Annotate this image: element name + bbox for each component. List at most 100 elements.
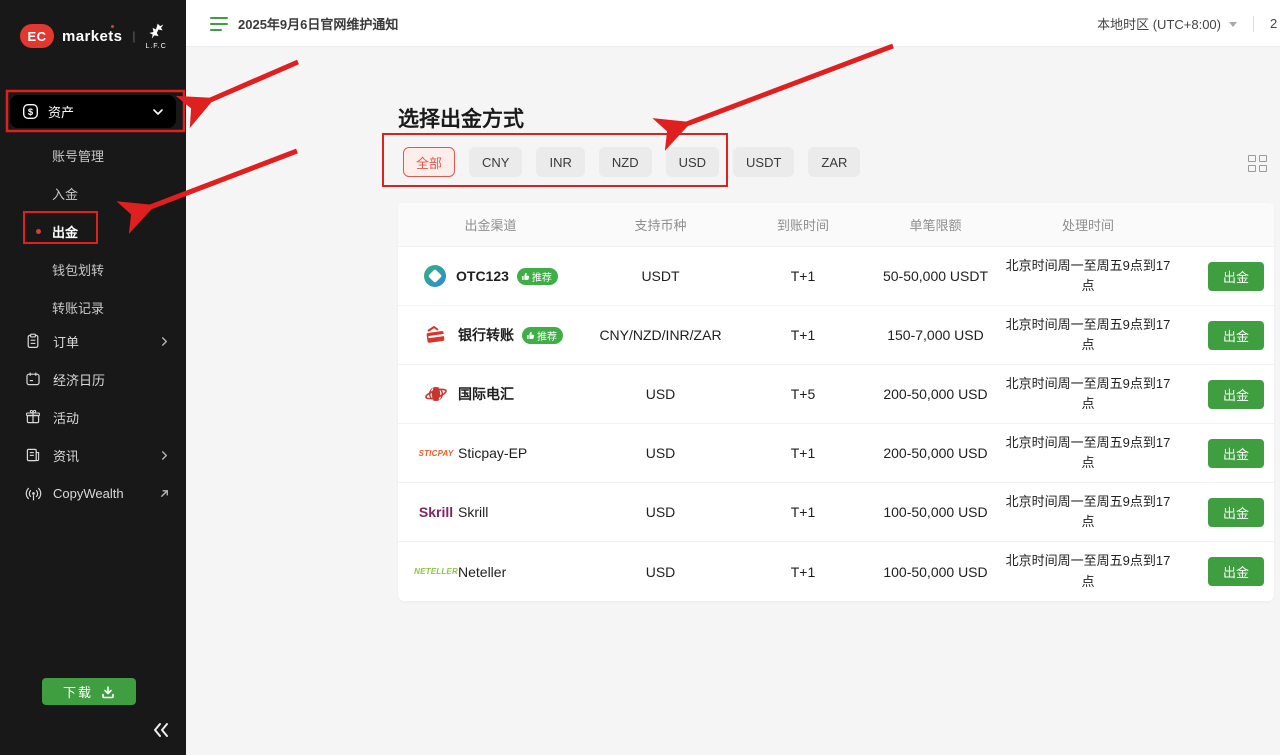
thumbs-up-icon: [526, 331, 535, 340]
processing-cell: 北京时间周一至周五9点到17点: [1003, 551, 1173, 591]
sidebar-item-assets[interactable]: $ 资产: [10, 95, 176, 128]
grid-view-icon[interactable]: [1248, 155, 1268, 173]
sidebar: EC markets | L.F.C $ 资产 账号管理 入金 出金: [0, 0, 186, 755]
channel-name: Skrill: [458, 504, 488, 520]
filter-chip-cny[interactable]: CNY: [469, 147, 522, 177]
sidebar-item-orders[interactable]: 订单: [0, 322, 186, 360]
brand-divider: |: [132, 29, 135, 43]
otc123-logo-icon: [424, 265, 446, 287]
page-title: 选择出金方式: [398, 103, 524, 133]
sidebar-item-copywealth[interactable]: CopyWealth: [0, 474, 186, 512]
withdraw-button[interactable]: 出金: [1208, 557, 1264, 586]
table-row-skrill: Skrill Skrill USD T+1 100-50,000 USD 北京时…: [398, 483, 1274, 542]
sidebar-item-wallet-transfer[interactable]: 钱包划转: [0, 250, 186, 288]
notice-text[interactable]: 2025年9月6日官网维护通知: [238, 14, 398, 33]
withdraw-button[interactable]: 出金: [1208, 262, 1264, 291]
currency-cell: CNY/NZD/INR/ZAR: [583, 327, 738, 343]
wire-transfer-logo-icon: [424, 382, 448, 406]
liver-bird-icon: [146, 22, 166, 42]
notice-bar: 2025年9月6日官网维护通知: [210, 0, 398, 47]
processing-cell: 北京时间周一至周五9点到17点: [1003, 433, 1173, 473]
filter-chip-all[interactable]: 全部: [403, 147, 455, 177]
chevron-down-icon: [152, 106, 164, 118]
active-dot: [36, 229, 41, 234]
sidebar-item-deposit[interactable]: 入金: [0, 174, 186, 212]
table-row-neteller: NETELLER Neteller USD T+1 100-50,000 USD…: [398, 542, 1274, 601]
sidebar-item-transfer-records[interactable]: 转账记录: [0, 288, 186, 326]
filter-chip-zar[interactable]: ZAR: [808, 147, 860, 177]
col-header-limit: 单笔限额: [868, 215, 1003, 234]
calendar-icon: [24, 370, 42, 388]
col-header-currency: 支持币种: [583, 215, 738, 234]
table-row-otc123: OTC123 推荐 USDT T+1 50-50,000 USDT 北京时间周一…: [398, 247, 1274, 306]
table-row-wire-transfer: 国际电汇 USD T+5 200-50,000 USD 北京时间周一至周五9点到…: [398, 365, 1274, 424]
channel-name: 国际电汇: [458, 384, 514, 404]
download-button[interactable]: 下载: [42, 678, 136, 705]
recommended-badge: 推荐: [517, 268, 558, 285]
sidebar-item-news[interactable]: 资讯: [0, 436, 186, 474]
collapse-sidebar-button[interactable]: [152, 722, 170, 743]
table-row-sticpay: STICPAY Sticpay-EP USD T+1 200-50,000 US…: [398, 424, 1274, 483]
filter-chip-usdt[interactable]: USDT: [733, 147, 794, 177]
withdraw-button[interactable]: 出金: [1208, 498, 1264, 527]
withdraw-button[interactable]: 出金: [1208, 380, 1264, 409]
currency-filter-bar: 全部 CNY INR NZD USD USDT ZAR: [403, 147, 860, 177]
filter-chip-usd[interactable]: USD: [666, 147, 719, 177]
arrival-cell: T+5: [738, 386, 868, 402]
channel-name: Sticpay-EP: [458, 445, 527, 461]
currency-cell: USD: [583, 564, 738, 580]
limit-cell: 50-50,000 USDT: [868, 268, 1003, 284]
sidebar-item-account-management[interactable]: 账号管理: [0, 136, 186, 174]
table-header: 出金渠道 支持币种 到账时间 单笔限额 处理时间: [398, 203, 1274, 247]
brand-markets-label: markets: [62, 28, 122, 45]
col-header-channel: 出金渠道: [398, 215, 583, 234]
assets-submenu: 账号管理 入金 出金 钱包划转 转账记录: [0, 136, 186, 326]
timezone-selector[interactable]: 本地时区 (UTC+8:00): [1097, 14, 1221, 33]
svg-text:$: $: [28, 107, 34, 117]
neteller-logo: NETELLER: [424, 560, 448, 584]
currency-cell: USD: [583, 386, 738, 402]
ec-logo: EC: [20, 24, 54, 48]
filter-chip-nzd[interactable]: NZD: [599, 147, 652, 177]
col-header-processing: 处理时间: [1003, 215, 1173, 234]
sidebar-item-activities[interactable]: 活动: [0, 398, 186, 436]
withdraw-methods-table: 出金渠道 支持币种 到账时间 单笔限额 处理时间 OTC123 推荐 USDT …: [398, 203, 1274, 601]
limit-cell: 150-7,000 USD: [868, 327, 1003, 343]
double-chevron-left-icon: [152, 722, 170, 738]
topbar: 2025年9月6日官网维护通知 本地时区 (UTC+8:00) 2: [186, 0, 1280, 47]
timezone-area: 本地时区 (UTC+8:00) 2: [1097, 0, 1280, 47]
brand-dot: [111, 25, 114, 28]
divider: [1253, 16, 1254, 32]
filter-chip-inr[interactable]: INR: [536, 147, 584, 177]
clipboard-icon: [24, 332, 42, 350]
arrival-cell: T+1: [738, 327, 868, 343]
bank-transfer-logo-icon: [424, 323, 448, 347]
assets-label: 资产: [48, 102, 152, 121]
sidebar-item-withdraw[interactable]: 出金: [0, 212, 186, 250]
arrival-cell: T+1: [738, 445, 868, 461]
news-icon: [24, 446, 42, 464]
sidebar-item-economic-calendar[interactable]: 经济日历: [0, 360, 186, 398]
notice-list-icon[interactable]: [210, 17, 228, 31]
main-content: 选择出金方式 全部 CNY INR NZD USD USDT ZAR 出金渠道 …: [186, 47, 1280, 755]
arrival-cell: T+1: [738, 564, 868, 580]
processing-cell: 北京时间周一至周五9点到17点: [1003, 256, 1173, 296]
withdraw-button[interactable]: 出金: [1208, 439, 1264, 468]
col-header-arrival: 到账时间: [738, 215, 868, 234]
processing-cell: 北京时间周一至周五9点到17点: [1003, 315, 1173, 355]
thumbs-up-icon: [521, 272, 530, 281]
sidebar-menu: 订单 经济日历 活动 资讯: [0, 322, 186, 512]
limit-cell: 100-50,000 USD: [868, 564, 1003, 580]
processing-cell: 北京时间周一至周五9点到17点: [1003, 492, 1173, 532]
limit-cell: 100-50,000 USD: [868, 504, 1003, 520]
channel-name: OTC123: [456, 268, 509, 284]
table-row-bank-transfer: 银行转账 推荐 CNY/NZD/INR/ZAR T+1 150-7,000 US…: [398, 306, 1274, 365]
sticpay-logo: STICPAY: [424, 441, 448, 465]
chevron-right-icon: [159, 450, 170, 461]
arrival-cell: T+1: [738, 268, 868, 284]
recommended-badge: 推荐: [522, 327, 563, 344]
withdraw-button[interactable]: 出金: [1208, 321, 1264, 350]
withdraw-page: EC markets | L.F.C $ 资产 账号管理 入金 出金: [0, 0, 1280, 755]
currency-cell: USD: [583, 504, 738, 520]
clock-text: 2: [1270, 16, 1280, 31]
